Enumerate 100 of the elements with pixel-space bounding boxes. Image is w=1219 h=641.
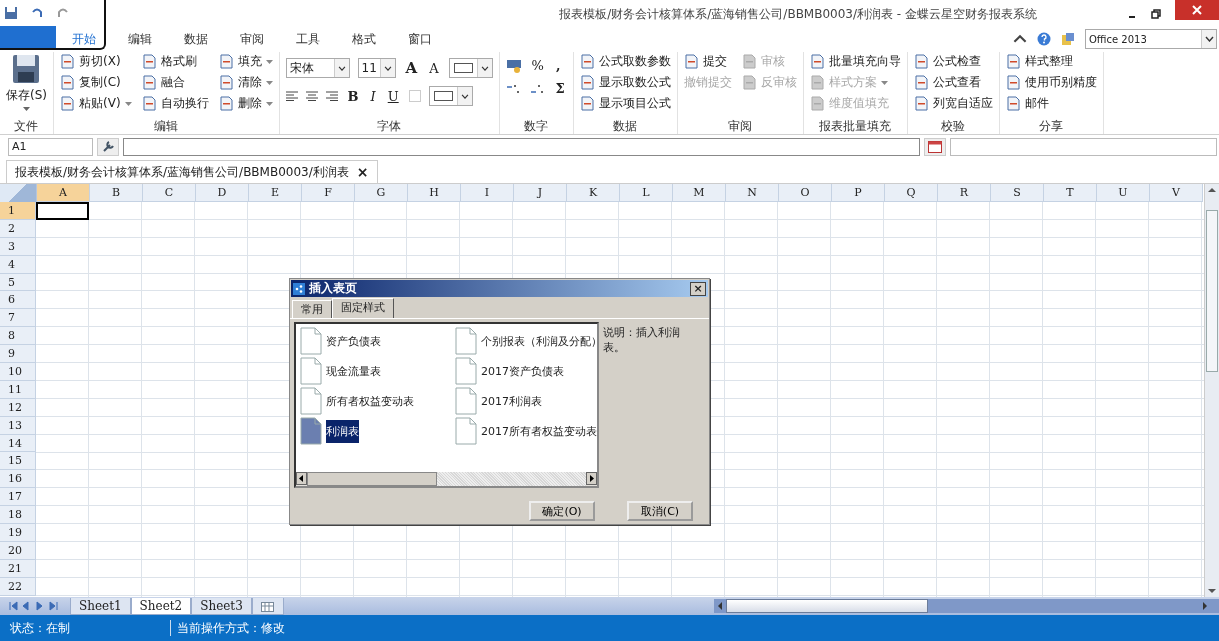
ribbon-button[interactable]: 粘贴(V) [60,94,132,113]
scroll-thumb[interactable] [1206,209,1218,372]
active-cell[interactable] [36,202,89,220]
column-header[interactable]: J [514,184,567,202]
ribbon-button[interactable]: 样式整理 [1005,52,1097,71]
theme-icon[interactable] [1061,32,1075,46]
ribbon-button[interactable]: 填充 [218,52,273,71]
currency-icon[interactable] [505,58,522,73]
help-icon[interactable] [1037,32,1051,46]
row-header[interactable]: 6 [0,291,36,310]
column-header[interactable]: B [90,184,143,202]
dialog-button[interactable]: 取消(C) [627,501,693,521]
value-input[interactable] [950,138,1217,156]
row-header[interactable]: 1 [0,202,36,220]
template-item[interactable]: 所有者权益变动表 [326,389,414,413]
row-header[interactable]: 9 [0,345,36,363]
ribbon-button[interactable]: 清除 [218,73,273,92]
fill-style-select[interactable] [428,86,473,106]
ribbon-button[interactable]: 提交 [683,52,732,71]
scroll-thumb[interactable] [725,599,928,613]
ribbon-tab[interactable]: 编辑 [112,28,168,50]
ribbon-button[interactable]: 自动换行 [141,94,209,113]
column-header[interactable]: R [938,184,991,202]
row-header[interactable]: 18 [0,506,36,525]
column-header[interactable]: V [1150,184,1203,202]
ribbon-button[interactable]: 删除 [218,94,273,113]
dialog-button[interactable]: 确定(O) [529,501,595,521]
underline-button[interactable]: U [385,88,401,104]
restore-icon[interactable] [1151,9,1161,19]
template-item[interactable]: 2017所有者权益变动表 [481,419,597,443]
italic-button[interactable]: I [368,88,378,104]
ribbon-button[interactable]: 格式刷 [141,52,209,71]
row-header[interactable]: 15 [0,452,36,471]
column-header[interactable]: N [726,184,779,202]
row-header[interactable]: 7 [0,309,36,328]
ribbon-button[interactable]: 公式查看 [913,73,993,92]
close-button[interactable] [1175,0,1219,20]
horizontal-scrollbar[interactable] [713,599,1219,613]
row-header[interactable]: 8 [0,327,36,346]
redo-icon[interactable] [56,6,70,20]
dialog-tab[interactable]: 固定样式 [332,298,394,318]
template-item[interactable]: 资产负债表 [326,329,381,353]
font-name-select[interactable]: 宋体 [285,58,350,78]
column-header[interactable]: K [567,184,620,202]
vertical-scrollbar[interactable] [1204,184,1219,597]
bold-button[interactable]: B [345,88,361,104]
column-header[interactable]: C [143,184,196,202]
ribbon-button[interactable]: 列宽自适应 [913,94,993,113]
font-size-select[interactable]: 11 [357,58,396,78]
ribbon-button[interactable]: 复制(C) [60,73,132,92]
ribbon-button[interactable]: 批量填充向导 [809,52,901,71]
sheet-tab[interactable]: Sheet3 [191,597,252,615]
column-header[interactable]: S [991,184,1044,202]
formula-input[interactable] [123,138,920,156]
ribbon-button[interactable]: 融合 [141,73,209,92]
template-item[interactable]: 个别报表（利润及分配） [481,329,597,353]
sum-button[interactable]: Σ [553,81,567,96]
column-header[interactable]: T [1044,184,1097,202]
ribbon-tab[interactable]: 格式 [336,28,392,50]
align-right-icon[interactable] [325,90,338,102]
document-tab[interactable]: 报表模板/财务会计核算体系/蓝海销售公司/BBMB0003/利润表 × [6,160,378,183]
theme-select[interactable]: Office 2013 [1085,29,1217,49]
column-header[interactable]: U [1097,184,1150,202]
shrink-font-button[interactable]: A [427,60,441,76]
sheet-tab[interactable]: Sheet2 [130,597,192,615]
ribbon-tab[interactable]: 审阅 [224,28,280,50]
column-header[interactable]: D [196,184,249,202]
column-header[interactable]: L [620,184,673,202]
column-header[interactable]: F [302,184,355,202]
template-item[interactable]: 现金流量表 [326,359,381,383]
ribbon-tab[interactable]: 数据 [168,28,224,50]
save-icon[interactable] [4,6,18,20]
grow-font-button[interactable]: A [403,59,420,77]
align-center-icon[interactable] [305,90,318,102]
align-left-icon[interactable] [285,90,298,102]
percent-button[interactable]: % [529,58,546,73]
function-button[interactable] [97,138,119,156]
sheet-tab[interactable]: Sheet1 [70,597,131,615]
column-header[interactable]: A [37,184,90,202]
border-style-select[interactable] [448,58,493,78]
ribbon-button[interactable]: 公式取数参数 [579,52,671,71]
ribbon-button[interactable]: 使用币别精度 [1005,73,1097,92]
ribbon-button[interactable]: 显示项目公式 [579,94,671,113]
ribbon-tab[interactable]: 开始 [56,28,112,50]
calendar-button[interactable] [924,138,946,156]
add-sheet-button[interactable] [251,597,284,615]
column-header[interactable]: P [832,184,885,202]
template-item[interactable]: 2017利润表 [481,389,542,413]
scroll-thumb[interactable] [307,472,437,486]
undo-icon[interactable] [30,6,44,20]
template-item[interactable]: 利润表 [326,419,359,443]
ribbon-button[interactable]: 公式检查 [913,52,993,71]
ribbon-button[interactable]: 邮件 [1005,94,1097,113]
row-header[interactable]: 19 [0,524,36,542]
comma-button[interactable]: , [553,58,563,73]
save-button[interactable]: 保存(S) [6,52,47,111]
ribbon-button[interactable]: 显示取数公式 [579,73,671,92]
ribbon-button[interactable]: 剪切(X) [60,52,132,71]
column-header[interactable]: Q [885,184,938,202]
close-button[interactable]: × [690,281,706,296]
